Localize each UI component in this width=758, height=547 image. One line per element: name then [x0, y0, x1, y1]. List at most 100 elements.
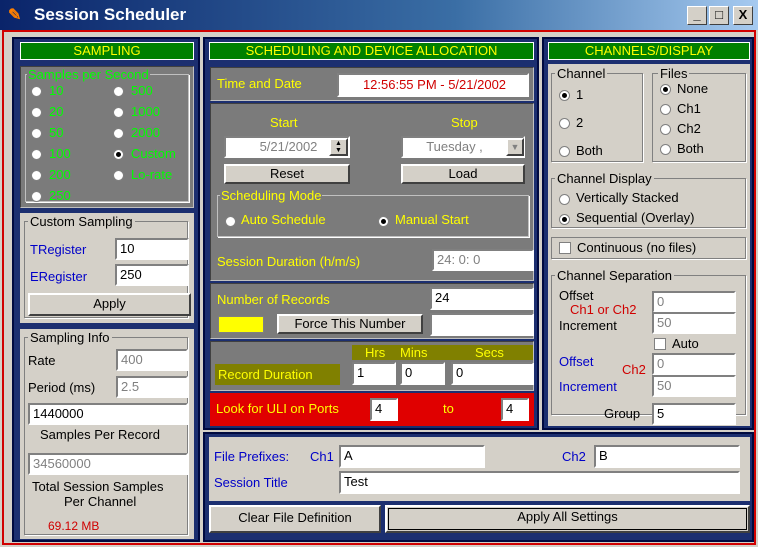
- continuous-checkbox[interactable]: [559, 242, 571, 254]
- file-fields-area: File Prefixes: Ch1 A Ch2 B Session Title…: [209, 437, 750, 501]
- rate-label-1000[interactable]: 1000: [131, 104, 160, 119]
- per-channel-label: Per Channel: [64, 494, 137, 509]
- rate-label-lo-rate[interactable]: Lo-rate: [131, 167, 172, 182]
- manual-start-label[interactable]: Manual Start: [395, 212, 469, 227]
- sequential-overlay-label[interactable]: Sequential (Overlay): [576, 210, 695, 225]
- rate-label-500[interactable]: 500: [131, 83, 153, 98]
- load-button[interactable]: Load: [401, 164, 525, 184]
- eregister-input[interactable]: 250: [115, 264, 189, 286]
- rate-label-100[interactable]: 100: [49, 146, 71, 161]
- rate-radio-200[interactable]: [31, 170, 42, 181]
- rate-label-10[interactable]: 10: [49, 83, 63, 98]
- auto-label[interactable]: Auto: [672, 336, 699, 351]
- rate-radio-2000[interactable]: [113, 128, 124, 139]
- uli-ports-group: Look for ULI on Ports 4 to 4: [210, 393, 534, 426]
- continuous-label[interactable]: Continuous (no files): [577, 240, 696, 255]
- scheduling-panel: SCHEDULING AND DEVICE ALLOCATION Time an…: [203, 37, 539, 430]
- rate-radio-500[interactable]: [113, 86, 124, 97]
- rate-label-2000[interactable]: 2000: [131, 125, 160, 140]
- records-indicator: [218, 316, 264, 333]
- channel-radio-both[interactable]: [559, 146, 570, 157]
- files-label-ch2[interactable]: Ch2: [677, 121, 701, 136]
- seconds-input[interactable]: 0: [451, 362, 534, 385]
- tregister-input[interactable]: 10: [115, 238, 189, 260]
- window-title: Session Scheduler: [34, 5, 187, 24]
- chevron-down-icon[interactable]: ▼: [506, 138, 524, 156]
- rate-radio-250[interactable]: [31, 191, 42, 202]
- sequential-overlay-radio[interactable]: [559, 214, 570, 225]
- uli-to-input[interactable]: 4: [501, 398, 529, 421]
- rate-radio-custom[interactable]: [113, 149, 124, 160]
- channel-label-1[interactable]: 1: [576, 87, 583, 102]
- number-of-records-input[interactable]: 24: [430, 287, 534, 310]
- channel-label-both[interactable]: Both: [576, 143, 603, 158]
- offset-2-field[interactable]: 0: [652, 353, 736, 375]
- rate-label-custom[interactable]: Custom: [131, 146, 176, 161]
- minutes-input[interactable]: 0: [400, 362, 445, 385]
- channels-header: CHANNELS/DISPLAY: [548, 42, 750, 60]
- ch2-prefix-input[interactable]: B: [594, 445, 740, 468]
- offset-1-field[interactable]: 0: [652, 291, 736, 313]
- hrs-header: Hrs: [352, 345, 402, 360]
- auto-schedule-radio[interactable]: [225, 216, 236, 227]
- ch1-or-ch2-label: Ch1 or Ch2: [570, 302, 637, 317]
- channels-body: Channel 1 2 Both Files None Ch1 Ch2 Both Chan…: [548, 64, 750, 426]
- channel-radio-2[interactable]: [559, 118, 570, 129]
- rate-label-200[interactable]: 200: [49, 167, 71, 182]
- ch1-prefix-input[interactable]: A: [339, 445, 485, 468]
- minimize-button[interactable]: _: [687, 6, 707, 25]
- rate-label-250[interactable]: 250: [49, 188, 71, 203]
- hours-input[interactable]: 1: [352, 362, 396, 385]
- reset-button[interactable]: Reset: [224, 164, 350, 184]
- increment-1-field[interactable]: 50: [652, 312, 736, 334]
- rate-radio-lo-rate[interactable]: [113, 170, 124, 181]
- clear-file-definition-button[interactable]: Clear File Definition: [209, 505, 381, 533]
- increment-2-field[interactable]: 50: [652, 375, 736, 397]
- maximize-button[interactable]: □: [709, 6, 729, 25]
- channel-label-2[interactable]: 2: [576, 115, 583, 130]
- date-spin-button[interactable]: ▲ ▼: [329, 138, 348, 156]
- files-radio-ch1[interactable]: [660, 104, 671, 115]
- start-date-value: 5/21/2002: [259, 139, 318, 154]
- channel-display-label: Channel Display: [555, 171, 654, 186]
- rate-radio-100[interactable]: [31, 149, 42, 160]
- group-input[interactable]: 5: [652, 403, 736, 425]
- total-samples-label: Total Session Samples: [32, 479, 164, 494]
- vertically-stacked-radio[interactable]: [559, 194, 570, 205]
- auto-schedule-label[interactable]: Auto Schedule: [241, 212, 326, 227]
- rate-label-50[interactable]: 50: [49, 125, 63, 140]
- sampling-info-group: Sampling Info Rate 400 Period (ms) 2.5 1…: [20, 329, 194, 539]
- rate-label-20[interactable]: 20: [49, 104, 63, 119]
- session-title-label: Session Title: [214, 475, 288, 490]
- uli-from-input[interactable]: 4: [370, 398, 398, 421]
- auto-checkbox[interactable]: [654, 338, 666, 350]
- eregister-label: ERegister: [30, 269, 88, 284]
- force-number-input[interactable]: [430, 313, 534, 336]
- mins-header: Mins: [400, 345, 452, 360]
- apply-all-settings-button[interactable]: Apply All Settings: [385, 505, 750, 533]
- files-label-none[interactable]: None: [677, 81, 708, 96]
- stop-day-value: Tuesday ,: [426, 139, 483, 154]
- offset-label: Offset: [559, 288, 594, 303]
- secs-header: Secs: [451, 345, 533, 360]
- files-radio-both[interactable]: [660, 144, 671, 155]
- session-duration-field: 24: 0: 0: [432, 249, 534, 271]
- files-label-both[interactable]: Both: [677, 141, 704, 156]
- vertically-stacked-label[interactable]: Vertically Stacked: [576, 190, 679, 205]
- apply-button[interactable]: Apply: [28, 293, 191, 316]
- rate-radio-50[interactable]: [31, 128, 42, 139]
- number-of-records-label: Number of Records: [217, 292, 330, 307]
- manual-start-radio[interactable]: [378, 216, 389, 227]
- force-number-button[interactable]: Force This Number: [277, 314, 423, 334]
- files-radio-ch2[interactable]: [660, 124, 671, 135]
- close-button[interactable]: X: [733, 6, 753, 25]
- channel-radio-1[interactable]: [559, 90, 570, 101]
- files-label-ch1[interactable]: Ch1: [677, 101, 701, 116]
- rate-radio-10[interactable]: [31, 86, 42, 97]
- rate-radio-20[interactable]: [31, 107, 42, 118]
- session-title-input[interactable]: Test: [339, 471, 740, 494]
- files-radio-none[interactable]: [660, 84, 671, 95]
- rate-radio-1000[interactable]: [113, 107, 124, 118]
- start-label: Start: [270, 115, 298, 130]
- app-icon: ✎: [8, 7, 22, 24]
